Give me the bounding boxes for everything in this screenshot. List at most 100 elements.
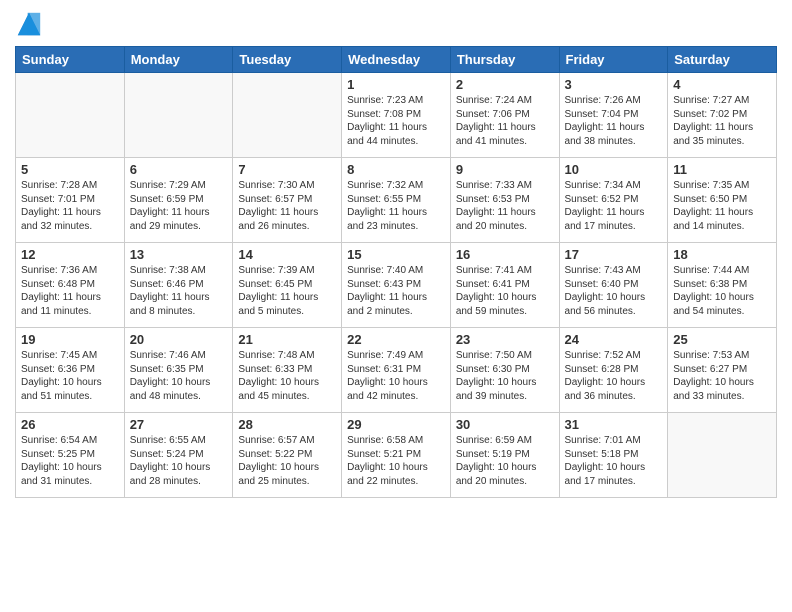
calendar-cell: 27 Sunrise: 6:55 AM Sunset: 5:24 PM Dayli…	[124, 413, 233, 498]
day-info: Sunrise: 7:38 AM Sunset: 6:46 PM Dayligh…	[130, 264, 228, 318]
calendar-cell: 14 Sunrise: 7:39 AM Sunset: 6:45 PM Dayli…	[233, 243, 342, 328]
calendar-cell	[668, 413, 777, 498]
calendar-cell: 12Sunrise: 7:36 AM Sunset: 6:48 PM Dayli…	[16, 243, 125, 328]
day-number: 16	[456, 247, 554, 262]
day-number: 8	[347, 162, 445, 177]
calendar-cell: 9Sunrise: 7:33 AM Sunset: 6:53 PM Daylig…	[450, 158, 559, 243]
day-number: 15	[347, 247, 445, 262]
calendar-cell: 17Sunrise: 7:43 AM Sunset: 6:40 PM Dayli…	[559, 243, 668, 328]
calendar-cell: 20 Sunrise: 7:46 AM Sunset: 6:35 PM Dayli…	[124, 328, 233, 413]
day-number: 27	[130, 417, 228, 432]
day-info: Sunrise: 7:40 AM Sunset: 6:43 PM Dayligh…	[347, 264, 445, 318]
day-info: Sunrise: 7:34 AM Sunset: 6:52 PM Dayligh…	[565, 179, 663, 233]
day-info: Sunrise: 7:01 AM Sunset: 5:18 PM Dayligh…	[565, 434, 663, 488]
calendar-cell: 30 Sunrise: 6:59 AM Sunset: 5:19 PM Dayli…	[450, 413, 559, 498]
day-number: 17	[565, 247, 663, 262]
calendar-cell: 21 Sunrise: 7:48 AM Sunset: 6:33 PM Dayli…	[233, 328, 342, 413]
day-info: Sunrise: 7:46 AM Sunset: 6:35 PM Dayligh…	[130, 349, 228, 403]
calendar-cell: 25 Sunrise: 7:53 AM Sunset: 6:27 PM Dayli…	[668, 328, 777, 413]
day-number: 19	[21, 332, 119, 347]
day-info: Sunrise: 7:35 AM Sunset: 6:50 PM Dayligh…	[673, 179, 771, 233]
calendar-cell: 23 Sunrise: 7:50 AM Sunset: 6:30 PM Dayli…	[450, 328, 559, 413]
day-info: Sunrise: 7:41 AM Sunset: 6:41 PM Dayligh…	[456, 264, 554, 318]
calendar-cell: 16 Sunrise: 7:41 AM Sunset: 6:41 PM Dayli…	[450, 243, 559, 328]
calendar-cell: 8Sunrise: 7:32 AM Sunset: 6:55 PM Daylig…	[342, 158, 451, 243]
day-info: Sunrise: 6:55 AM Sunset: 5:24 PM Dayligh…	[130, 434, 228, 488]
day-number: 24	[565, 332, 663, 347]
calendar-cell: 24 Sunrise: 7:52 AM Sunset: 6:28 PM Dayli…	[559, 328, 668, 413]
weekday-header: Friday	[559, 47, 668, 73]
day-info: Sunrise: 7:23 AM Sunset: 7:08 PM Dayligh…	[347, 94, 445, 148]
day-number: 26	[21, 417, 119, 432]
day-number: 25	[673, 332, 771, 347]
calendar-header: SundayMondayTuesdayWednesdayThursdayFrid…	[16, 47, 777, 73]
day-info: Sunrise: 6:57 AM Sunset: 5:22 PM Dayligh…	[238, 434, 336, 488]
calendar-cell	[16, 73, 125, 158]
weekday-header: Tuesday	[233, 47, 342, 73]
calendar-cell: 18 Sunrise: 7:44 AM Sunset: 6:38 PM Dayli…	[668, 243, 777, 328]
day-number: 1	[347, 77, 445, 92]
day-info: Sunrise: 7:30 AM Sunset: 6:57 PM Dayligh…	[238, 179, 336, 233]
day-number: 18	[673, 247, 771, 262]
day-info: Sunrise: 7:29 AM Sunset: 6:59 PM Dayligh…	[130, 179, 228, 233]
calendar: SundayMondayTuesdayWednesdayThursdayFrid…	[15, 46, 777, 498]
day-number: 29	[347, 417, 445, 432]
day-number: 2	[456, 77, 554, 92]
day-number: 3	[565, 77, 663, 92]
calendar-cell: 6 Sunrise: 7:29 AM Sunset: 6:59 PM Daylig…	[124, 158, 233, 243]
day-number: 9	[456, 162, 554, 177]
day-number: 10	[565, 162, 663, 177]
day-number: 23	[456, 332, 554, 347]
day-info: Sunrise: 7:36 AM Sunset: 6:48 PM Dayligh…	[21, 264, 119, 318]
day-number: 30	[456, 417, 554, 432]
day-number: 28	[238, 417, 336, 432]
day-info: Sunrise: 7:52 AM Sunset: 6:28 PM Dayligh…	[565, 349, 663, 403]
calendar-cell	[124, 73, 233, 158]
calendar-cell: 22 Sunrise: 7:49 AM Sunset: 6:31 PM Dayli…	[342, 328, 451, 413]
day-info: Sunrise: 7:48 AM Sunset: 6:33 PM Dayligh…	[238, 349, 336, 403]
day-number: 31	[565, 417, 663, 432]
day-info: Sunrise: 7:28 AM Sunset: 7:01 PM Dayligh…	[21, 179, 119, 233]
day-number: 5	[21, 162, 119, 177]
calendar-cell: 19 Sunrise: 7:45 AM Sunset: 6:36 PM Dayli…	[16, 328, 125, 413]
day-number: 7	[238, 162, 336, 177]
day-info: Sunrise: 7:53 AM Sunset: 6:27 PM Dayligh…	[673, 349, 771, 403]
day-number: 20	[130, 332, 228, 347]
weekday-header: Saturday	[668, 47, 777, 73]
calendar-cell: 10 Sunrise: 7:34 AM Sunset: 6:52 PM Dayli…	[559, 158, 668, 243]
day-number: 6	[130, 162, 228, 177]
calendar-cell: 31 Sunrise: 7:01 AM Sunset: 5:18 PM Dayli…	[559, 413, 668, 498]
weekday-header: Thursday	[450, 47, 559, 73]
calendar-cell: 29 Sunrise: 6:58 AM Sunset: 5:21 PM Dayli…	[342, 413, 451, 498]
day-info: Sunrise: 6:59 AM Sunset: 5:19 PM Dayligh…	[456, 434, 554, 488]
day-number: 22	[347, 332, 445, 347]
day-info: Sunrise: 6:58 AM Sunset: 5:21 PM Dayligh…	[347, 434, 445, 488]
day-info: Sunrise: 7:26 AM Sunset: 7:04 PM Dayligh…	[565, 94, 663, 148]
day-info: Sunrise: 7:49 AM Sunset: 6:31 PM Dayligh…	[347, 349, 445, 403]
calendar-cell: 28 Sunrise: 6:57 AM Sunset: 5:22 PM Dayli…	[233, 413, 342, 498]
calendar-cell: 26 Sunrise: 6:54 AM Sunset: 5:25 PM Dayli…	[16, 413, 125, 498]
day-number: 21	[238, 332, 336, 347]
logo	[15, 10, 47, 38]
day-number: 11	[673, 162, 771, 177]
weekday-header: Monday	[124, 47, 233, 73]
calendar-cell	[233, 73, 342, 158]
day-info: Sunrise: 7:44 AM Sunset: 6:38 PM Dayligh…	[673, 264, 771, 318]
day-info: Sunrise: 6:54 AM Sunset: 5:25 PM Dayligh…	[21, 434, 119, 488]
logo-icon	[15, 10, 43, 38]
page-header	[15, 10, 777, 38]
weekday-header: Sunday	[16, 47, 125, 73]
day-info: Sunrise: 7:45 AM Sunset: 6:36 PM Dayligh…	[21, 349, 119, 403]
calendar-cell: 13 Sunrise: 7:38 AM Sunset: 6:46 PM Dayli…	[124, 243, 233, 328]
calendar-cell: 4Sunrise: 7:27 AM Sunset: 7:02 PM Daylig…	[668, 73, 777, 158]
weekday-header: Wednesday	[342, 47, 451, 73]
day-number: 13	[130, 247, 228, 262]
day-info: Sunrise: 7:27 AM Sunset: 7:02 PM Dayligh…	[673, 94, 771, 148]
day-number: 14	[238, 247, 336, 262]
calendar-cell: 5 Sunrise: 7:28 AM Sunset: 7:01 PM Daylig…	[16, 158, 125, 243]
day-info: Sunrise: 7:24 AM Sunset: 7:06 PM Dayligh…	[456, 94, 554, 148]
day-info: Sunrise: 7:39 AM Sunset: 6:45 PM Dayligh…	[238, 264, 336, 318]
calendar-cell: 1 Sunrise: 7:23 AM Sunset: 7:08 PM Daylig…	[342, 73, 451, 158]
calendar-cell: 11 Sunrise: 7:35 AM Sunset: 6:50 PM Dayli…	[668, 158, 777, 243]
day-info: Sunrise: 7:50 AM Sunset: 6:30 PM Dayligh…	[456, 349, 554, 403]
